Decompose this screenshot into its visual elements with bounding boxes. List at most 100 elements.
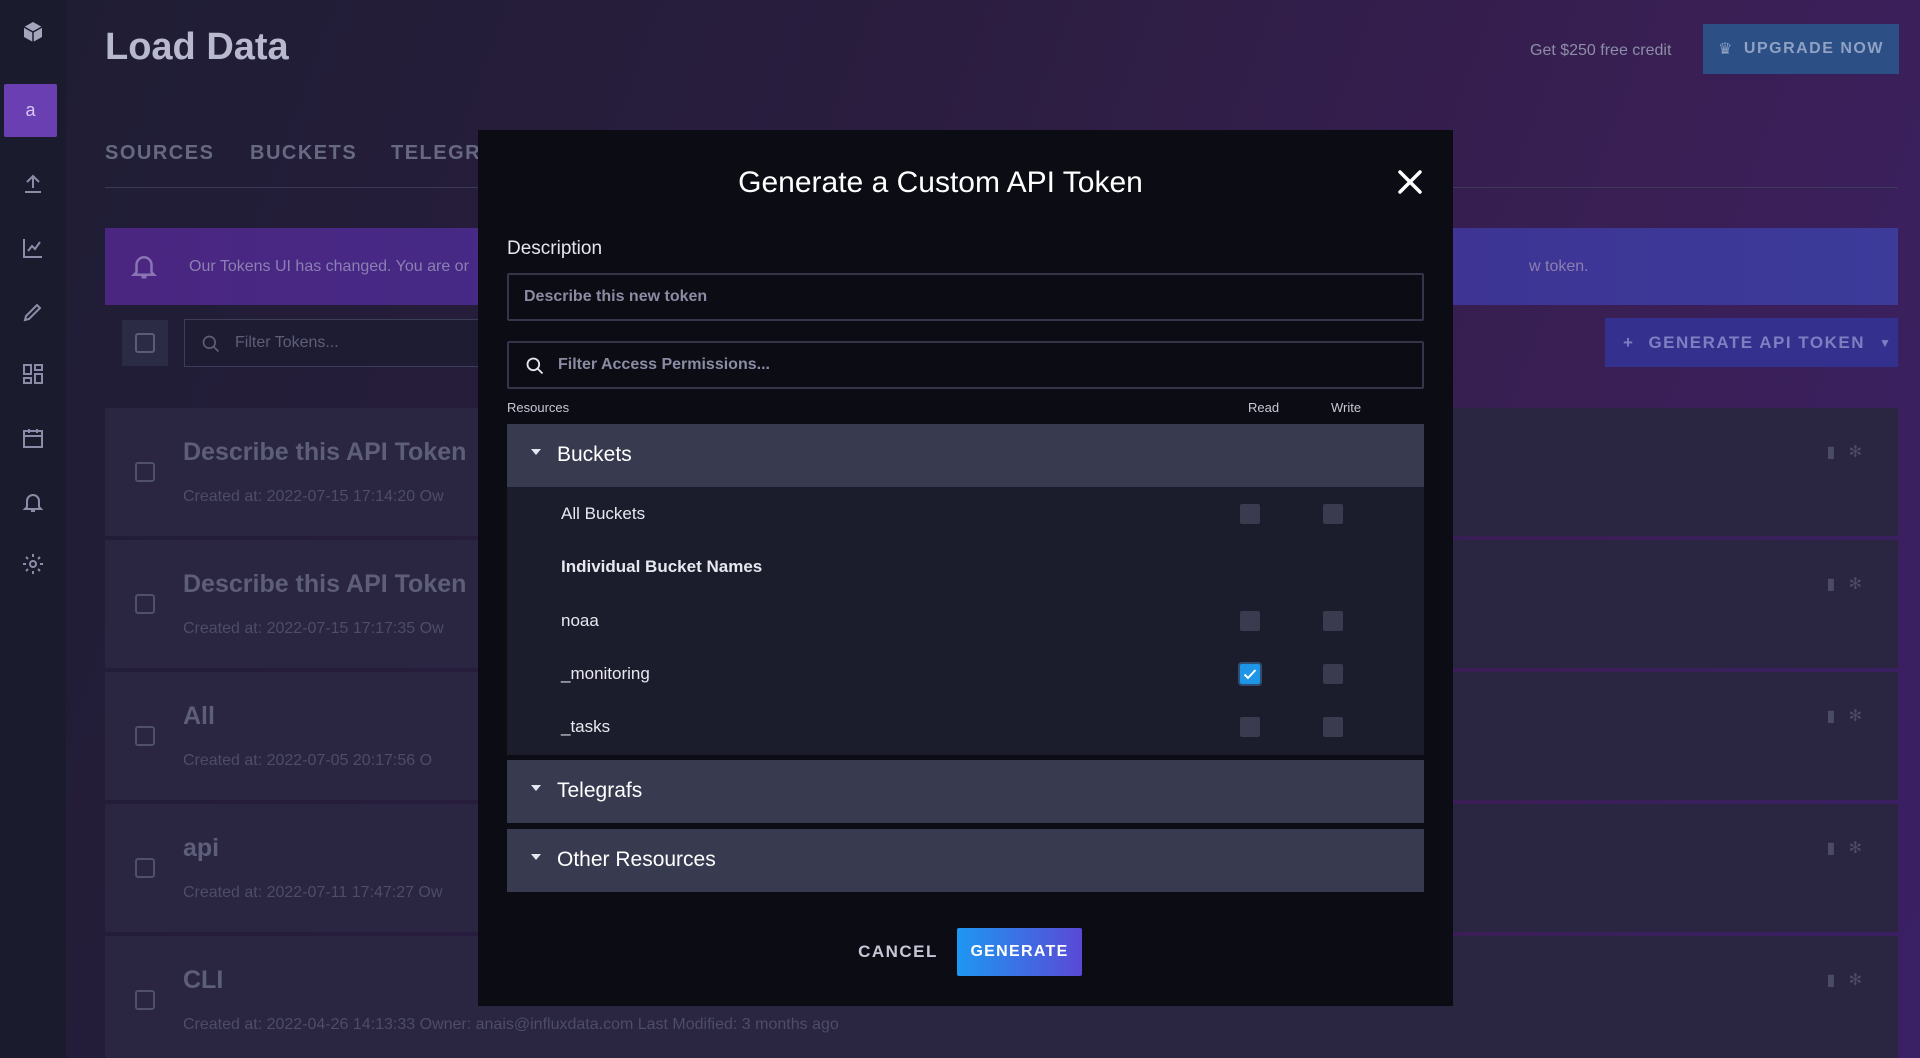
write-checkbox[interactable] — [1323, 504, 1343, 524]
section-telegrafs-label: Telegrafs — [557, 779, 643, 802]
individual-bucket-names-heading: Individual Bucket Names — [561, 557, 763, 576]
caret-down-icon — [531, 854, 541, 860]
bell-icon — [129, 250, 159, 287]
token-actions: ▮ ✻ — [1826, 970, 1862, 990]
filter-permissions-placeholder: Filter Access Permissions... — [558, 356, 770, 373]
dashboard-icon[interactable] — [0, 348, 66, 400]
token-meta: Created at: 2022-04-26 14:13:33 Owner: a… — [183, 1016, 839, 1033]
free-credit-link[interactable]: Get $250 free credit — [1530, 42, 1671, 60]
generate-button[interactable]: GENERATE — [957, 928, 1082, 976]
write-checkbox[interactable] — [1323, 664, 1343, 684]
influx-logo-icon[interactable] — [0, 6, 66, 58]
close-icon[interactable] — [1396, 168, 1424, 196]
permission-row-label: _monitoring — [561, 664, 650, 683]
gear-icon[interactable]: ✻ — [1849, 708, 1862, 725]
read-checkbox[interactable] — [1240, 717, 1260, 737]
write-checkbox[interactable] — [1323, 717, 1343, 737]
caret-down-icon — [531, 449, 541, 455]
caret-down-icon — [531, 785, 541, 791]
token-meta: Created at: 2022-07-15 17:17:35 Ow — [183, 620, 444, 637]
token-name[interactable]: Describe this API Token — [183, 570, 466, 599]
trash-icon[interactable]: ▮ — [1826, 972, 1835, 989]
section-buckets[interactable]: Buckets — [507, 424, 1424, 487]
cancel-button[interactable]: CANCEL — [848, 928, 948, 976]
gear-icon[interactable]: ✻ — [1849, 576, 1862, 593]
chevron-down-icon: ▼ — [1878, 335, 1893, 350]
plus-icon: + — [1623, 332, 1635, 352]
token-meta: Created at: 2022-07-15 17:14:20 Ow — [183, 488, 444, 505]
filter-permissions-input[interactable]: Filter Access Permissions... — [507, 341, 1424, 389]
section-telegrafs[interactable]: Telegrafs — [507, 760, 1424, 823]
read-checkbox[interactable] — [1240, 664, 1260, 684]
search-icon — [526, 357, 544, 375]
notice-text: Our Tokens UI has changed. You are or — [189, 258, 469, 275]
tab-buckets[interactable]: BUCKETS — [250, 142, 357, 165]
permission-row-label: noaa — [561, 611, 599, 630]
generate-api-token-button[interactable]: + GENERATE API TOKEN ▼ — [1605, 318, 1898, 367]
token-checkbox[interactable] — [135, 726, 155, 746]
trash-icon[interactable]: ▮ — [1826, 576, 1835, 593]
section-other-resources-label: Other Resources — [557, 848, 716, 871]
permission-row-all-buckets: All Buckets — [507, 487, 1424, 540]
permission-row-label: _tasks — [561, 717, 611, 736]
trash-icon[interactable]: ▮ — [1826, 444, 1835, 461]
token-name[interactable]: Describe this API Token — [183, 438, 466, 467]
permission-row-monitoring: _monitoring — [507, 647, 1424, 700]
upload-icon[interactable] — [0, 158, 66, 210]
read-checkbox[interactable] — [1240, 611, 1260, 631]
notice-text-tail: w token. — [1529, 258, 1589, 275]
gear-icon[interactable] — [0, 538, 66, 590]
upgrade-label: UPGRADE NOW — [1743, 40, 1884, 57]
sidebar: a — [0, 0, 66, 1058]
permission-row-label: All Buckets — [561, 504, 646, 523]
trash-icon[interactable]: ▮ — [1826, 840, 1835, 857]
token-actions: ▮ ✻ — [1826, 706, 1862, 726]
calendar-icon[interactable] — [0, 412, 66, 464]
column-read: Read — [1248, 400, 1280, 415]
write-checkbox[interactable] — [1323, 611, 1343, 631]
trash-icon[interactable]: ▮ — [1826, 708, 1835, 725]
token-actions: ▮ ✻ — [1826, 442, 1862, 462]
page-title: Load Data — [105, 26, 289, 68]
graph-icon[interactable] — [0, 222, 66, 274]
description-placeholder: Describe this new token — [524, 288, 708, 305]
custom-token-modal: Generate a Custom API Token Description … — [478, 130, 1453, 1006]
tab-telegraf[interactable]: TELEGR — [391, 142, 481, 165]
search-icon — [202, 335, 220, 353]
permission-row-tasks: _tasks — [507, 700, 1424, 753]
token-meta: Created at: 2022-07-11 17:47:27 Ow — [183, 884, 443, 901]
gear-icon[interactable]: ✻ — [1849, 840, 1862, 857]
column-resources: Resources — [507, 400, 570, 415]
tab-sources[interactable]: SOURCES — [105, 142, 214, 165]
avatar[interactable]: a — [4, 84, 57, 137]
token-checkbox[interactable] — [135, 990, 155, 1010]
buckets-permissions-list: All Buckets Individual Bucket Names noaa… — [507, 487, 1424, 755]
bell-icon[interactable] — [0, 476, 66, 528]
read-checkbox[interactable] — [1240, 504, 1260, 524]
gear-icon[interactable]: ✻ — [1849, 972, 1862, 989]
token-name[interactable]: api — [183, 834, 219, 863]
section-buckets-label: Buckets — [557, 443, 632, 466]
crown-icon: ♛ — [1718, 41, 1734, 58]
token-name[interactable]: All — [183, 702, 215, 731]
pencil-icon[interactable] — [0, 286, 66, 338]
select-all-checkbox[interactable] — [122, 320, 168, 366]
permission-row-noaa: noaa — [507, 594, 1424, 647]
token-name[interactable]: CLI — [183, 966, 223, 995]
filter-tokens-placeholder: Filter Tokens... — [235, 334, 339, 351]
check-icon — [1243, 669, 1257, 680]
section-other-resources[interactable]: Other Resources — [507, 829, 1424, 892]
avatar-letter: a — [25, 100, 36, 120]
token-meta: Created at: 2022-07-05 20:17:56 O — [183, 752, 433, 769]
token-checkbox[interactable] — [135, 462, 155, 482]
token-checkbox[interactable] — [135, 858, 155, 878]
description-label: Description — [507, 238, 603, 259]
modal-title: Generate a Custom API Token — [738, 166, 1143, 199]
description-input[interactable]: Describe this new token — [507, 273, 1424, 321]
generate-api-token-label: GENERATE API TOKEN — [1648, 332, 1865, 352]
token-checkbox[interactable] — [135, 594, 155, 614]
column-write: Write — [1331, 400, 1362, 415]
token-actions: ▮ ✻ — [1826, 838, 1862, 858]
gear-icon[interactable]: ✻ — [1849, 444, 1862, 461]
upgrade-now-button[interactable]: ♛ UPGRADE NOW — [1703, 24, 1899, 74]
